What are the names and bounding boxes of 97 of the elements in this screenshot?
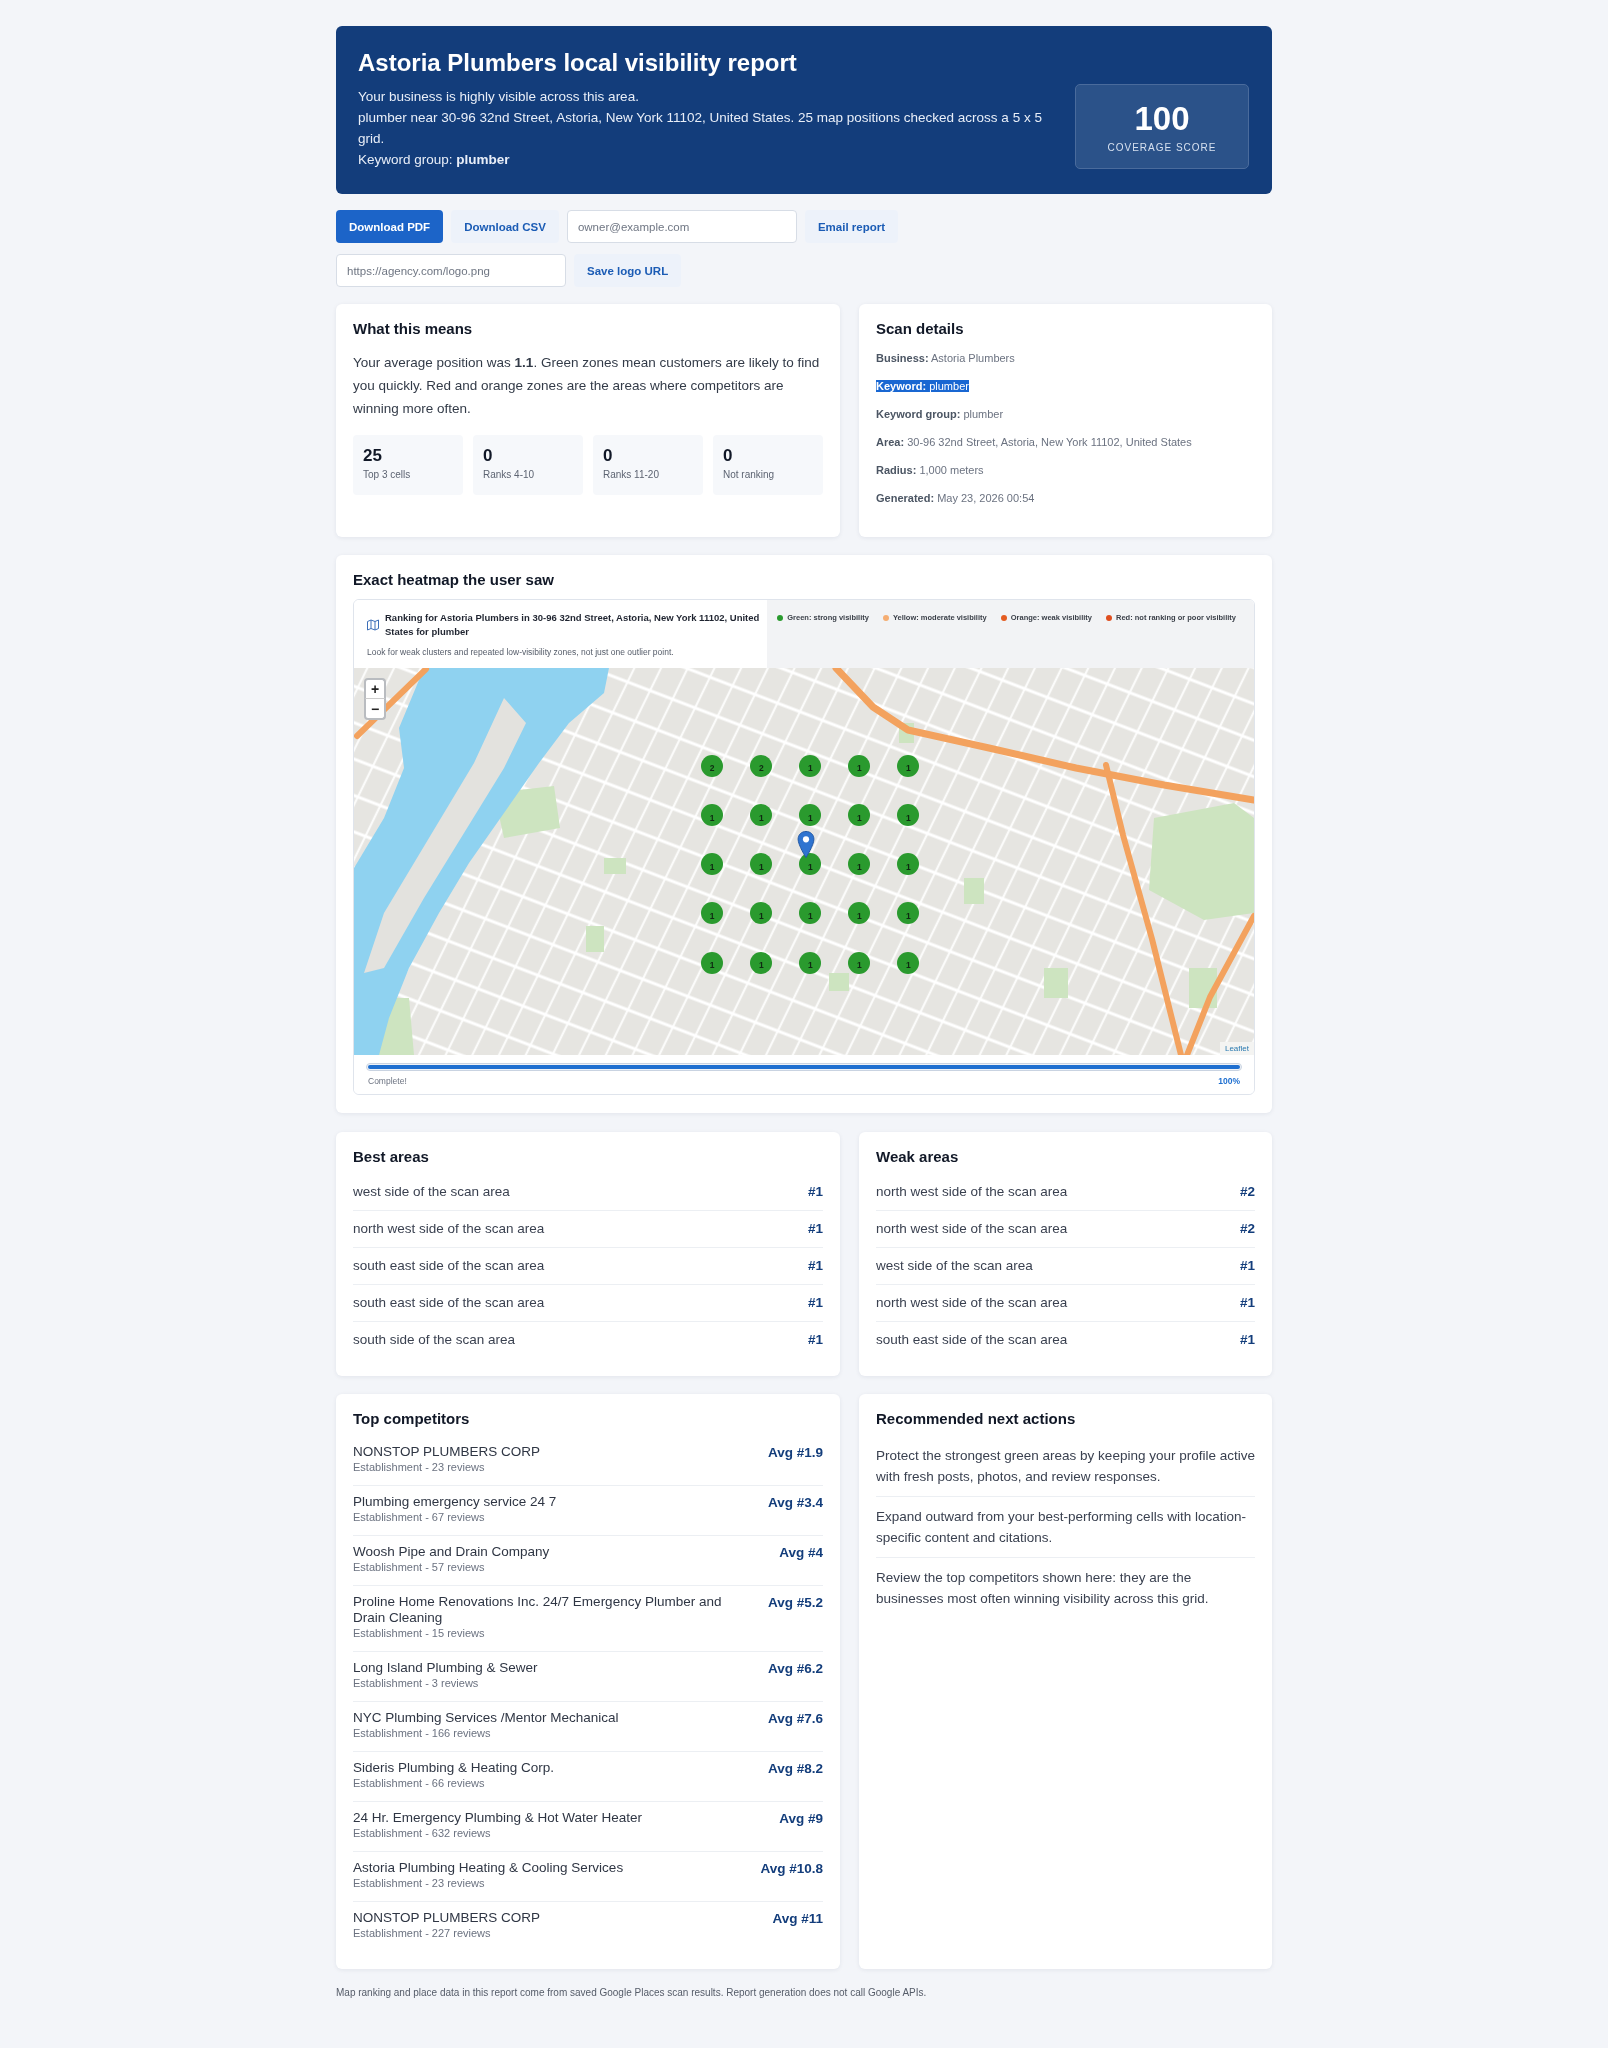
detail-text: Radius: 1,000 meters xyxy=(876,464,984,476)
competitor-average: Avg #11 xyxy=(772,1910,823,1928)
detail-text: Business: Astoria Plumbers xyxy=(876,352,1015,364)
report-title: Astoria Plumbers local visibility report xyxy=(358,48,798,78)
area-name: north west side of the scan area xyxy=(353,1220,545,1238)
detail-text: Keyword: plumber xyxy=(876,380,969,392)
competitor-detail: Establishment - 632 reviews xyxy=(353,1826,492,1841)
competitor-name: Proline Home Renovations Inc. 24/7 Emergency Plumber and Drain Cleaning xyxy=(353,1594,723,1626)
competitor-detail: Establishment - 166 reviews xyxy=(353,1726,492,1741)
competitor-name: Woosh Pipe and Drain Company xyxy=(353,1544,551,1560)
area-name: south east side of the scan area xyxy=(876,1331,1068,1349)
competitor-average: Avg #9 xyxy=(779,1810,823,1828)
progress-label: Complete! xyxy=(368,1075,407,1087)
competitor-name: Plumbing emergency service 24 7 xyxy=(353,1494,558,1510)
toolbar-button[interactable]: Download CSV xyxy=(451,210,559,243)
footer-note: Map ranking and place data in this report come from saved Google Places scan results. Report generation does not call Google APIs. xyxy=(336,1986,928,1999)
competitor-name: NONSTOP PLUMBERS CORP xyxy=(353,1910,542,1926)
stat-label: Ranks 11-20 xyxy=(603,468,660,481)
area-rank: #1 xyxy=(807,1183,823,1201)
keyword-group: Keyword group: plumber xyxy=(358,149,1059,170)
card-title: Weak areas xyxy=(876,1148,960,1166)
competitor-name: NYC Plumbing Services /Mentor Mechanical xyxy=(353,1710,620,1726)
competitor-name: 24 Hr. Emergency Plumbing & Hot Water Heater xyxy=(353,1810,644,1826)
competitor-average: Avg #4 xyxy=(779,1544,823,1562)
toolbar-button[interactable]: Download PDF xyxy=(336,210,444,243)
card-title: Exact heatmap the user saw xyxy=(353,571,555,589)
card-title: Top competitors xyxy=(353,1410,471,1428)
area-rank: #1 xyxy=(1239,1331,1255,1349)
competitor-detail: Establishment - 57 reviews xyxy=(353,1560,486,1575)
stat-value: 0 xyxy=(723,446,734,466)
competitor-detail: Establishment - 23 reviews xyxy=(353,1460,486,1475)
area-name: north west side of the scan area xyxy=(876,1294,1068,1312)
attribution-link[interactable]: Leaflet xyxy=(1219,1042,1254,1055)
competitor-average: Avg #10.8 xyxy=(760,1860,823,1878)
report-summary: Your business is highly visible across this area. xyxy=(358,88,640,106)
report-scope: plumber near 30-96 32nd Street, Astoria, New York 11102, United States. 25 map positions checked across a 5 x 5 grid. xyxy=(358,109,1043,148)
detail-text: Area: 30-96 32nd Street, Astoria, New York 11102, United States xyxy=(876,436,1192,448)
area-rank: #1 xyxy=(807,1220,823,1238)
stat-value: 0 xyxy=(603,446,614,466)
competitor-name: Long Island Plumbing & Sewer xyxy=(353,1660,539,1676)
progress-percent: 100% xyxy=(1218,1075,1240,1087)
card-title: Recommended next actions xyxy=(876,1410,1077,1428)
area-name: west side of the scan area xyxy=(876,1257,1033,1275)
toolbar-button[interactable]: Email report xyxy=(804,210,899,243)
detail-text: Keyword group: plumber xyxy=(876,408,1004,420)
area-rank: #2 xyxy=(1239,1183,1255,1201)
competitor-average: Avg #6.2 xyxy=(767,1660,823,1678)
competitor-detail: Establishment - 67 reviews xyxy=(353,1510,486,1525)
area-name: south side of the scan area xyxy=(353,1331,516,1349)
toolbar-button[interactable]: Save logo URL xyxy=(574,254,682,287)
area-rank: #1 xyxy=(1239,1257,1255,1275)
map-icon xyxy=(367,619,379,631)
stat-value: 0 xyxy=(483,446,494,466)
competitor-average: Avg #8.2 xyxy=(767,1760,823,1778)
detail-text: Generated: May 23, 2026 00:54 xyxy=(876,492,1035,504)
action-text: Protect the strongest green areas by keeping your profile active with fresh posts, photos, and review responses. xyxy=(876,1436,1255,1497)
score-label: COVERAGE SCORE xyxy=(1107,140,1217,154)
stat-value: 25 xyxy=(363,446,383,466)
competitor-average: Avg #7.6 xyxy=(767,1710,823,1728)
area-name: south east side of the scan area xyxy=(353,1257,545,1275)
map-note: Look for weak clusters and repeated low-visibility zones, not just one outlier point. xyxy=(367,646,675,658)
score-value: 100 xyxy=(1134,99,1190,138)
area-rank: #1 xyxy=(807,1331,823,1349)
area-name: west side of the scan area xyxy=(353,1183,510,1201)
area-rank: #1 xyxy=(807,1294,823,1312)
stat-label: Not ranking xyxy=(723,468,776,481)
action-text: Expand outward from your best-performing cells with location-specific content and citations. xyxy=(876,1497,1255,1558)
area-rank: #2 xyxy=(1239,1220,1255,1238)
competitor-detail: Establishment - 3 reviews xyxy=(353,1676,480,1691)
card-title: What this means xyxy=(353,320,474,338)
summary-text: Your average position was 1.1. Green zones mean customers are likely to find you quickly. Red and orange zones are the areas where competitors are winning more often. xyxy=(353,354,821,418)
competitor-name: NONSTOP PLUMBERS CORP xyxy=(353,1444,542,1460)
stat-label: Ranks 4-10 xyxy=(483,468,536,481)
competitor-average: Avg #3.4 xyxy=(767,1494,823,1512)
competitor-name: Sideris Plumbing & Heating Corp. xyxy=(353,1760,556,1776)
competitor-detail: Establishment - 15 reviews xyxy=(353,1626,486,1641)
competitor-name: Astoria Plumbing Heating & Cooling Services xyxy=(353,1860,625,1876)
card-title: Scan details xyxy=(876,320,965,338)
zoom-in-button[interactable]: + xyxy=(364,678,386,699)
action-text: Review the top competitors shown here: they are the businesses most often winning visibility across this grid. xyxy=(876,1569,1210,1608)
input-field[interactable]: owner@example.com xyxy=(566,210,797,243)
area-name: north west side of the scan area xyxy=(876,1183,1068,1201)
zoom-out-button[interactable]: − xyxy=(364,699,386,720)
stat-label: Top 3 cells xyxy=(363,468,412,481)
competitor-average: Avg #1.9 xyxy=(767,1444,823,1462)
input-field[interactable]: https://agency.com/logo.png xyxy=(336,254,566,287)
competitor-detail: Establishment - 23 reviews xyxy=(353,1876,486,1891)
area-name: south east side of the scan area xyxy=(353,1294,545,1312)
map-title: Ranking for Astoria Plumbers in 30-96 32nd Street, Astoria, New York 11102, United States for plumber xyxy=(385,611,761,639)
area-rank: #1 xyxy=(807,1257,823,1275)
area-name: north west side of the scan area xyxy=(876,1220,1068,1238)
competitor-average: Avg #5.2 xyxy=(767,1594,823,1612)
area-rank: #1 xyxy=(1239,1294,1255,1312)
competitor-detail: Establishment - 66 reviews xyxy=(353,1776,486,1791)
competitor-detail: Establishment - 227 reviews xyxy=(353,1926,492,1941)
location-pin-icon xyxy=(797,831,815,858)
card-title: Best areas xyxy=(353,1148,430,1166)
